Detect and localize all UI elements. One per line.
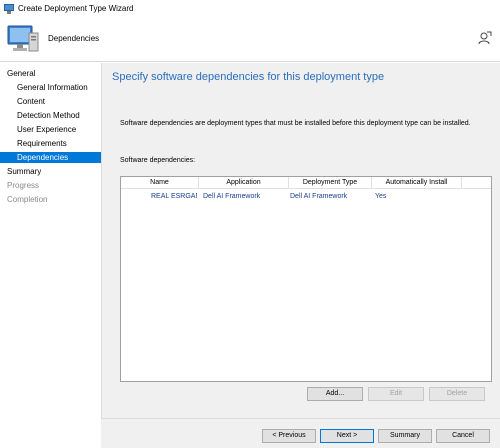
add-button[interactable]: Add... [307, 387, 363, 401]
page-title: Dependencies [48, 34, 100, 43]
help-person-icon[interactable] [478, 31, 492, 45]
nav-item-general-information[interactable]: General Information [0, 82, 101, 93]
main-content: Specify software dependencies for this d… [101, 63, 500, 418]
column-header-deployment-type[interactable]: Deployment Type [289, 177, 372, 189]
next-button[interactable]: Next > [320, 429, 374, 443]
wizard-nav: General General Information Content Dete… [0, 63, 101, 448]
cell-name: REAL ESRGAN [151, 193, 197, 200]
cell-automatically-install: Yes [375, 193, 387, 200]
cancel-button[interactable]: Cancel [436, 429, 490, 443]
edit-button[interactable]: Edit [368, 387, 424, 401]
column-header-application[interactable]: Application [199, 177, 289, 189]
delete-button[interactable]: Delete [429, 387, 485, 401]
column-header-automatically-install[interactable]: Automatically Install [372, 177, 462, 189]
dependencies-label: Software dependencies: [120, 157, 196, 164]
summary-button[interactable]: Summary [378, 429, 432, 443]
column-header-name[interactable]: Name [121, 177, 199, 189]
nav-item-general[interactable]: General [0, 68, 101, 79]
nav-item-user-experience[interactable]: User Experience [0, 124, 101, 135]
nav-item-completion: Completion [7, 195, 48, 204]
nav-item-summary[interactable]: Summary [0, 166, 101, 177]
section-heading: Specify software dependencies for this d… [112, 71, 385, 83]
nav-item-dependencies[interactable]: Dependencies [0, 152, 101, 163]
nav-item-content[interactable]: Content [0, 96, 101, 107]
cell-deployment-type: Dell AI Framework [290, 193, 348, 200]
computer-monitor-icon [7, 25, 39, 52]
window-title: Create Deployment Type Wizard [18, 4, 134, 13]
title-bar: Create Deployment Type Wizard [0, 0, 500, 17]
table-row[interactable]: REAL ESRGAN Dell AI Framework Dell AI Fr… [121, 191, 491, 203]
wizard-footer: < Previous Next > Summary Cancel [101, 418, 500, 448]
dependencies-list[interactable]: Name Application Deployment Type Automat… [120, 176, 492, 382]
section-description: Software dependencies are deployment typ… [120, 120, 471, 127]
previous-button[interactable]: < Previous [262, 429, 316, 443]
nav-item-progress: Progress [7, 181, 40, 190]
computer-icon [4, 3, 14, 14]
list-header: Name Application Deployment Type Automat… [121, 177, 491, 189]
cell-application: Dell AI Framework [203, 193, 261, 200]
nav-item-detection-method[interactable]: Detection Method [0, 110, 101, 121]
nav-item-requirements[interactable]: Requirements [0, 138, 101, 149]
wizard-header: Dependencies [0, 17, 500, 62]
